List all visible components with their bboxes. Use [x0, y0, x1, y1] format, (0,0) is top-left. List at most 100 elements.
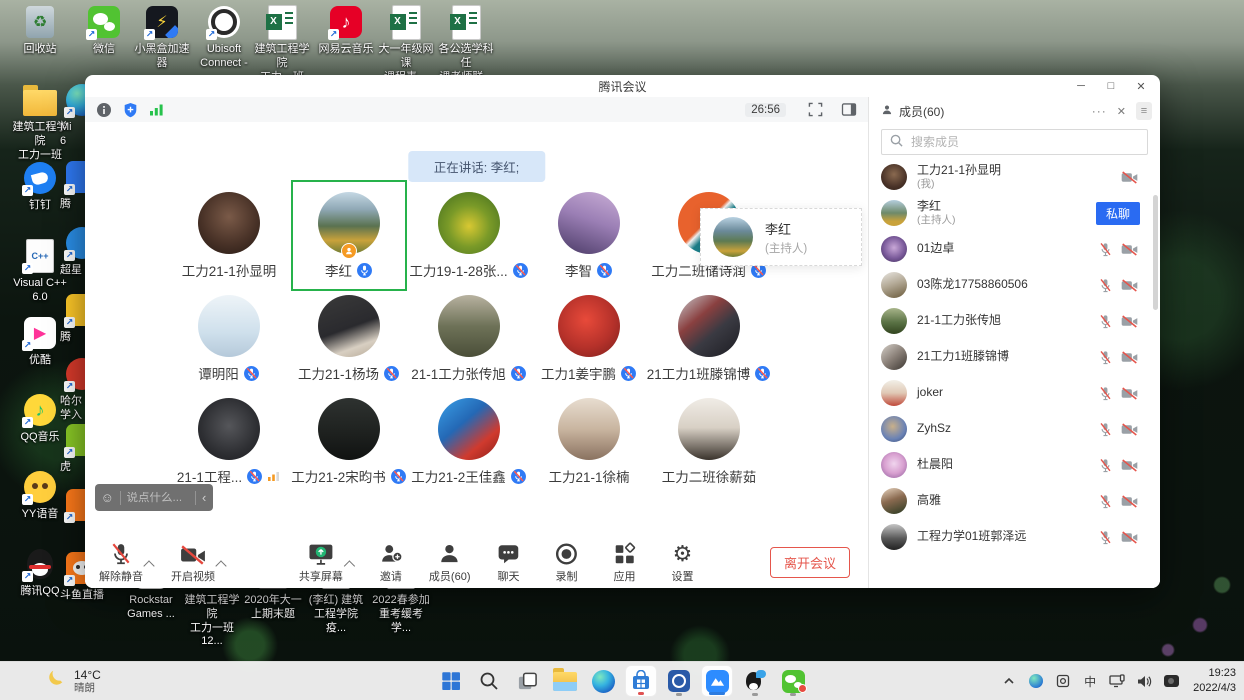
member-camera-off-icon[interactable]	[1121, 171, 1138, 184]
taskbar-app-wechat[interactable]	[777, 665, 809, 697]
desktop-icon-netease-music[interactable]: ♪↗网易云音乐	[314, 5, 378, 57]
member-row[interactable]: 01边卓	[869, 231, 1152, 267]
panel-menu-icon[interactable]: ≡	[1136, 102, 1152, 120]
meeting-info-icon[interactable]	[95, 101, 113, 119]
member-camera-off-icon[interactable]	[1121, 495, 1138, 508]
desktop-icon-wechat[interactable]: ↗微信	[72, 5, 136, 57]
member-camera-off-icon[interactable]	[1121, 387, 1138, 400]
member-camera-off-icon[interactable]	[1121, 351, 1138, 364]
member-row[interactable]: 李红(主持人)私聊	[869, 195, 1152, 231]
member-search-input[interactable]	[909, 134, 1139, 150]
member-camera-off-icon[interactable]	[1121, 531, 1138, 544]
taskbar-app-tencent-meeting[interactable]	[701, 665, 733, 697]
invite-button[interactable]: 邀请	[371, 542, 411, 584]
tray-chevron-up-icon[interactable]	[1000, 672, 1018, 690]
unmute-caret[interactable]	[143, 560, 154, 571]
minimize-button[interactable]: ─	[1066, 75, 1096, 97]
member-row[interactable]: 21-1工力张传旭	[869, 303, 1152, 339]
members-button[interactable]: 成员(60)	[429, 542, 471, 584]
member-camera-off-icon[interactable]	[1121, 315, 1138, 328]
member-row[interactable]: 工程力学01班郭泽远	[869, 519, 1152, 555]
member-camera-off-icon[interactable]	[1121, 243, 1138, 256]
participant-tile[interactable]: 谭明阳	[169, 295, 289, 398]
share-screen-button[interactable]: 共享屏幕	[299, 542, 343, 584]
quick-chat-bar[interactable]: ☺ ‹	[95, 484, 213, 511]
desktop-icon-heybox[interactable]: ⚡↗小黑盒加速器	[130, 5, 194, 71]
taskbar-app-docs-blue[interactable]	[663, 665, 695, 697]
member-list-scrollbar[interactable]	[1153, 195, 1158, 310]
participant-tile[interactable]: 21工力1班滕锦博	[649, 295, 769, 398]
tray-camera-icon[interactable]	[1162, 672, 1180, 690]
close-button[interactable]: ✕	[1126, 75, 1156, 97]
tray-ime-tool-icon[interactable]	[1054, 672, 1072, 690]
taskbar-app-explorer[interactable]	[549, 665, 581, 697]
desktop-icon-excel-teachers[interactable]: X各公选学科任课老师联...	[434, 5, 498, 84]
member-mic-off-icon[interactable]	[1099, 314, 1112, 329]
participant-tile[interactable]: 工力1姜宇鹏	[529, 295, 649, 398]
private-chat-button[interactable]: 私聊	[1096, 202, 1140, 225]
member-mic-off-icon[interactable]	[1099, 386, 1112, 401]
member-camera-off-icon[interactable]	[1121, 279, 1138, 292]
chat-button[interactable]: 聊天	[488, 542, 528, 584]
emoji-icon[interactable]: ☺	[95, 490, 120, 505]
tray-ime-zh-icon[interactable]: 中	[1081, 672, 1099, 690]
participant-tile[interactable]: 工力二班徐薪茹	[649, 398, 769, 501]
maximize-button[interactable]: □	[1096, 75, 1126, 97]
member-row[interactable]: 高雅	[869, 483, 1152, 519]
participant-tile[interactable]: 工力21-1徐楠	[529, 398, 649, 501]
desktop-icon-ubisoft-connect[interactable]: ↗UbisoftConnect -	[192, 5, 256, 71]
member-mic-off-icon[interactable]	[1099, 530, 1112, 545]
desktop-icon-recycle-bin[interactable]: ♻回收站	[8, 5, 72, 57]
panel-more-button[interactable]: ···	[1092, 104, 1107, 118]
window-titlebar[interactable]: 腾讯会议 ─ □ ✕	[85, 75, 1160, 97]
participant-tile[interactable]: 李红	[289, 192, 409, 295]
taskbar-app-search[interactable]	[473, 665, 505, 697]
tray-volume-icon[interactable]	[1135, 672, 1153, 690]
member-row[interactable]: 21工力1班滕锦博	[869, 339, 1152, 375]
member-row[interactable]: 工力21-1孙显明(我)	[869, 159, 1152, 195]
participant-tile[interactable]: 工力21-1孙显明	[169, 192, 289, 295]
participant-tile[interactable]: 工力21-2宋昀书	[289, 398, 409, 501]
share-screen-caret[interactable]	[343, 560, 354, 571]
quick-chat-input[interactable]	[121, 492, 195, 504]
taskbar-app-qq[interactable]	[739, 665, 771, 697]
member-mic-off-icon[interactable]	[1099, 422, 1112, 437]
leave-meeting-button[interactable]: 离开会议	[770, 547, 850, 578]
record-button[interactable]: 录制	[546, 542, 586, 584]
member-row[interactable]: 03陈龙17758860506	[869, 267, 1152, 303]
taskbar-clock[interactable]: 19:23 2022/4/3	[1193, 666, 1236, 696]
start-video-caret[interactable]	[215, 560, 226, 571]
taskbar-app-edge[interactable]	[587, 665, 619, 697]
member-mic-off-icon[interactable]	[1099, 278, 1112, 293]
member-row[interactable]: 杜晨阳	[869, 447, 1152, 483]
start-video-button[interactable]: 开启视频	[171, 542, 215, 584]
settings-button[interactable]: ⚙设置	[662, 542, 702, 584]
member-row[interactable]: joker	[869, 375, 1152, 411]
participant-tile[interactable]: 工力19-1-28张...	[409, 192, 529, 295]
weather-widget[interactable]: 14°C 晴朗	[46, 668, 101, 695]
layout-toggle-icon[interactable]	[840, 101, 858, 119]
fullscreen-icon[interactable]	[806, 101, 824, 119]
taskbar-app-task-view[interactable]	[511, 665, 543, 697]
tray-edge-icon[interactable]	[1027, 672, 1045, 690]
tray-monitor-icon[interactable]	[1108, 672, 1126, 690]
collapse-chat-icon[interactable]: ‹	[195, 490, 213, 505]
member-mic-off-icon[interactable]	[1099, 350, 1112, 365]
unmute-button[interactable]: 解除静音	[99, 542, 143, 584]
meeting-security-shield-icon[interactable]	[121, 101, 139, 119]
taskbar-app-store[interactable]	[625, 665, 657, 697]
member-camera-off-icon[interactable]	[1121, 423, 1138, 436]
taskbar-app-start[interactable]	[435, 665, 467, 697]
member-mic-off-icon[interactable]	[1099, 494, 1112, 509]
apps-button[interactable]: 应用	[604, 542, 644, 584]
member-camera-off-icon[interactable]	[1121, 459, 1138, 472]
participant-tile[interactable]: 工力21-2王佳鑫	[409, 398, 529, 501]
member-search-box[interactable]	[881, 129, 1148, 155]
member-mic-off-icon[interactable]	[1099, 458, 1112, 473]
panel-close-button[interactable]: ✕	[1117, 105, 1126, 118]
member-row[interactable]: ZyhSz	[869, 411, 1152, 447]
network-signal-icon[interactable]	[147, 101, 165, 119]
participant-tile[interactable]: 工力21-1杨场	[289, 295, 409, 398]
participant-tile[interactable]: 21-1工力张传旭	[409, 295, 529, 398]
participant-tile[interactable]: 李智	[529, 192, 649, 295]
